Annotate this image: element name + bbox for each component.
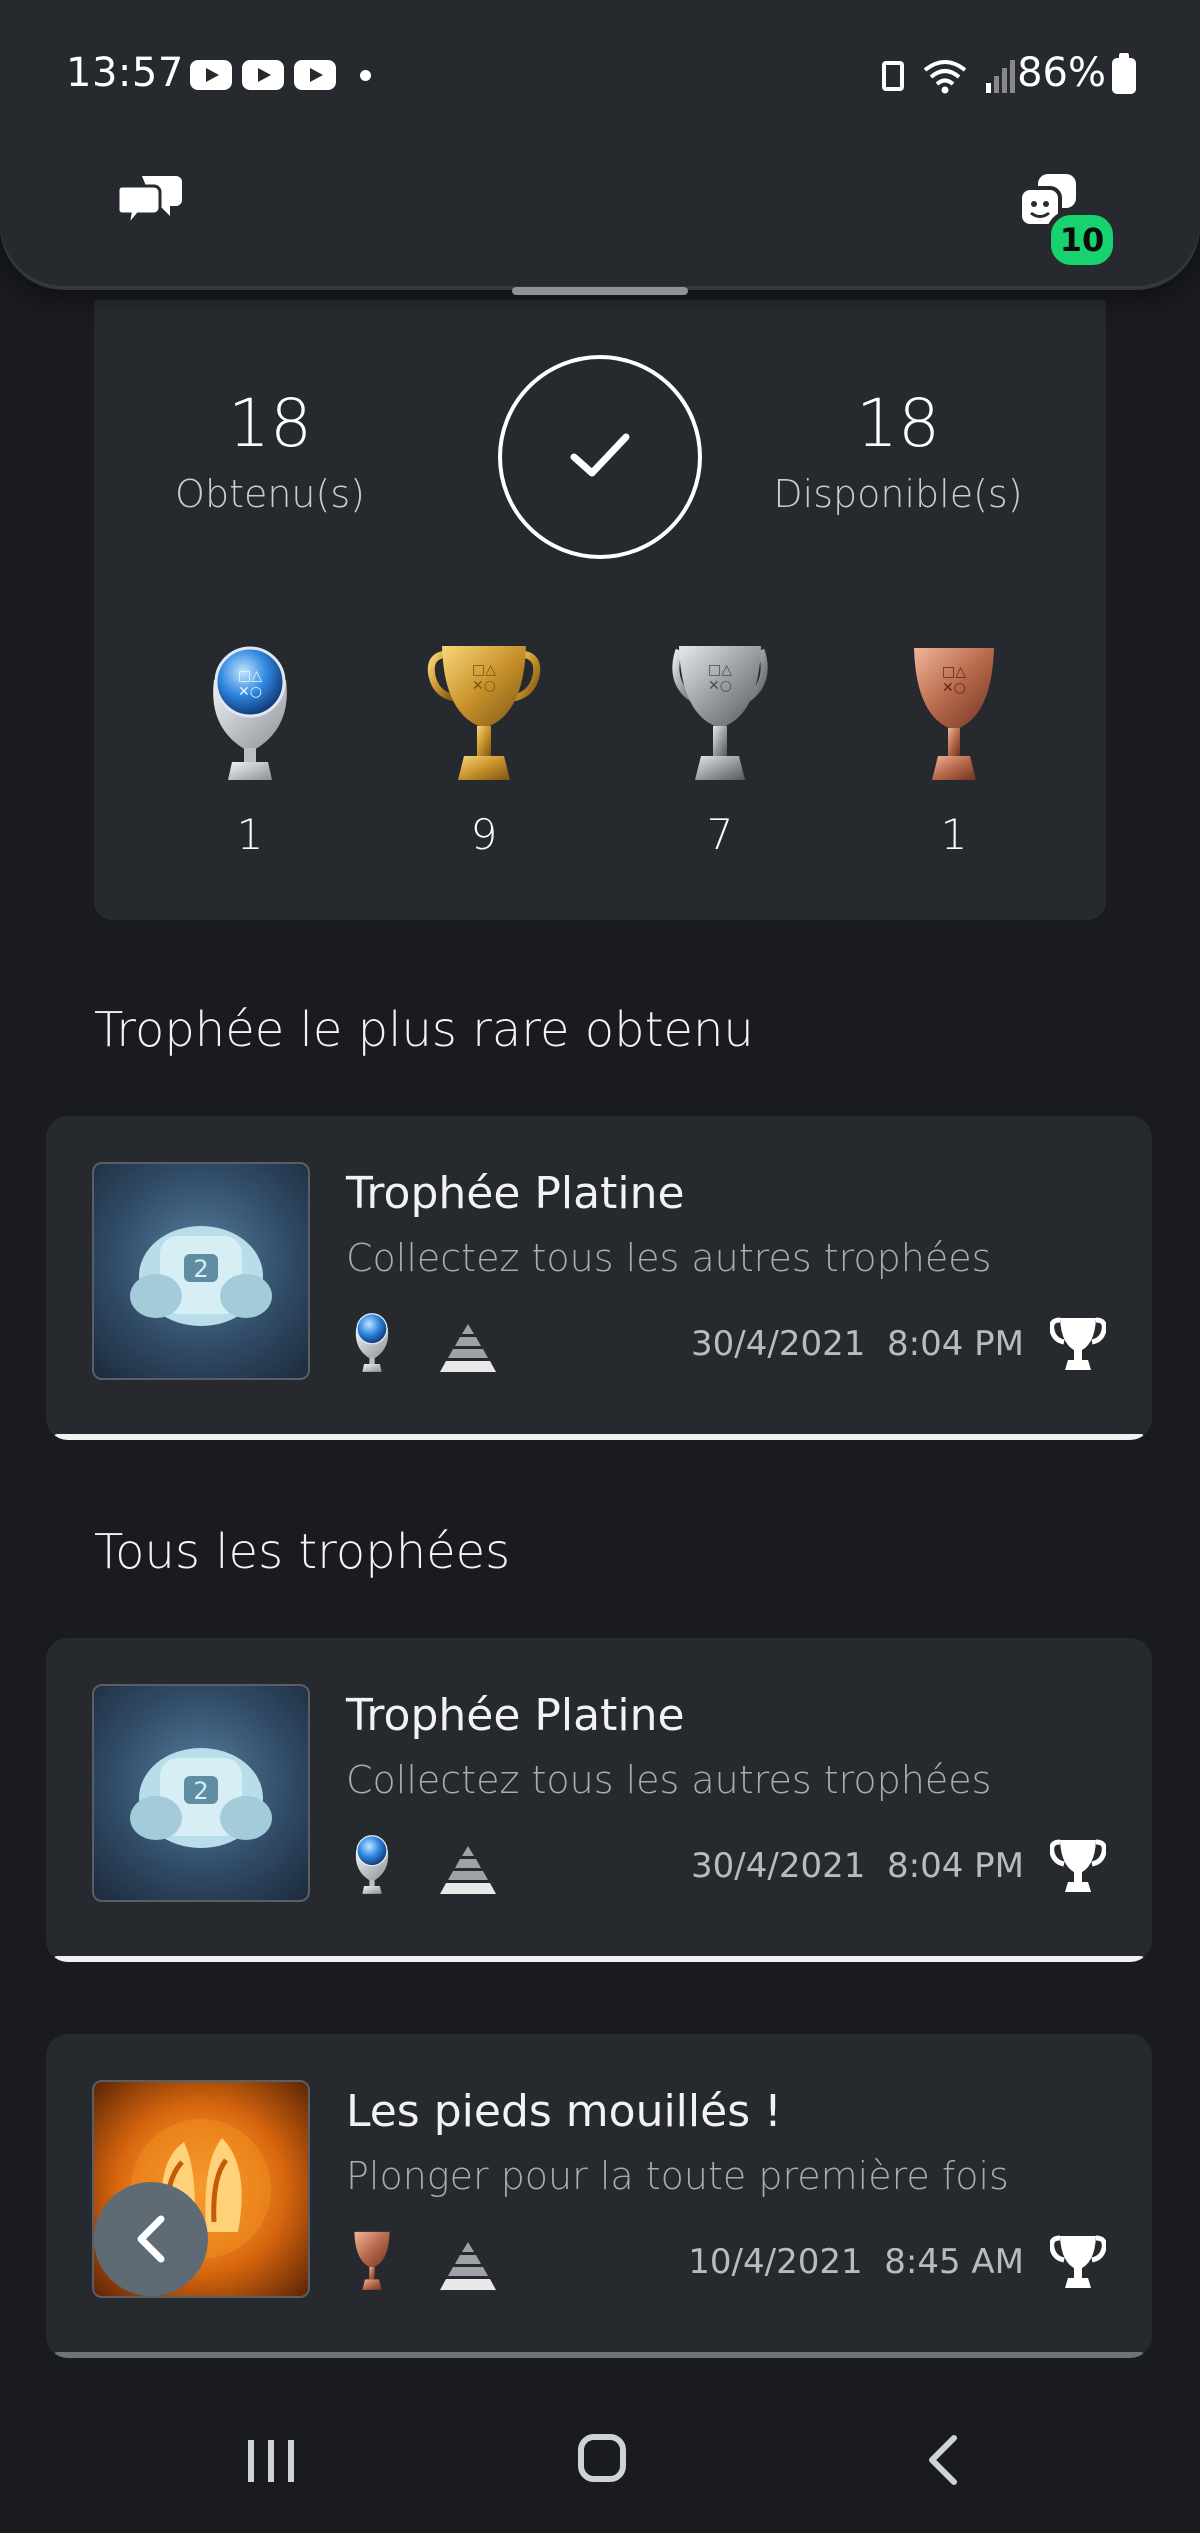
trophy-thumbnail: 2 <box>92 1162 310 1380</box>
earned-label: Obtenu(s) <box>175 472 365 516</box>
signal-icon <box>986 59 1016 93</box>
silver-trophy-icon: □△ ✕○ <box>672 646 768 780</box>
earned-count: 18 <box>228 385 312 462</box>
svg-text:□△: □△ <box>942 664 966 680</box>
platinum-count-value: 1 <box>236 810 264 859</box>
svg-text:✕○: ✕○ <box>472 678 496 694</box>
rarity-pyramid-icon <box>438 2240 498 2296</box>
app-header: 13:57 86% 10 <box>0 0 1200 286</box>
bronze-count: □△ ✕○ 1 <box>884 640 1024 859</box>
rarity-pyramid-icon <box>438 1844 498 1900</box>
platinum-trophy-icon: □△ ✕○ <box>213 646 287 780</box>
battery-percent: 86% <box>1017 50 1106 96</box>
trophy-row[interactable]: 2 Trophée Platine Collectez tous les aut… <box>46 1116 1152 1440</box>
recents-button[interactable] <box>246 2438 296 2488</box>
system-back-button[interactable] <box>924 2434 960 2490</box>
trophy-thumbnail: 2 <box>92 1684 310 1902</box>
trophy-earned-date: 30/4/2021 8:04 PM <box>691 1846 1024 1886</box>
progress-line <box>54 2352 1144 2358</box>
svg-text:□△: □△ <box>472 662 496 678</box>
platinum-count: □△ ✕○ 1 <box>180 640 320 859</box>
trophy-cup-icon <box>1049 2234 1107 2294</box>
earned-stat: 18 Obtenu(s) <box>140 384 400 516</box>
trophy-row[interactable]: Les pieds mouillés ! Plonger pour la tou… <box>46 2034 1152 2358</box>
gold-trophy-icon: □△ ✕○ <box>427 646 541 780</box>
youtube-icon <box>242 60 284 90</box>
bronze-count-value: 1 <box>940 810 968 859</box>
trophy-summary-card: 18 Obtenu(s) 18 Disponible(s) □△ ✕○ 1 □△… <box>94 300 1106 920</box>
trophy-title: Trophée Platine <box>346 1690 685 1741</box>
svg-text:□△: □△ <box>238 668 262 684</box>
bronze-grade-icon <box>350 2228 394 2296</box>
svg-text:2: 2 <box>193 1255 208 1283</box>
svg-text:✕○: ✕○ <box>942 680 966 696</box>
platinum-grade-icon <box>350 1832 394 1900</box>
checkmark-icon <box>570 433 630 477</box>
trophy-earned-date: 10/4/2021 8:45 AM <box>688 2242 1024 2282</box>
gold-count-value: 9 <box>470 810 498 859</box>
trophy-cup-icon <box>1049 1316 1107 1376</box>
rarest-section-title: Trophée le plus rare obtenu <box>94 1002 754 1058</box>
svg-text:✕○: ✕○ <box>708 678 732 694</box>
dot-icon <box>360 69 371 81</box>
trophy-description: Collectez tous les autres trophées <box>346 1758 992 1802</box>
youtube-icon <box>294 60 336 90</box>
all-trophies-section-title: Tous les trophées <box>94 1524 511 1580</box>
trophy-description: Plonger pour la toute première fois <box>346 2154 1009 2198</box>
available-label: Disponible(s) <box>773 472 1023 516</box>
notification-icons <box>190 60 371 90</box>
rarity-pyramid-icon <box>438 1322 498 1378</box>
back-fab-button[interactable] <box>94 2182 208 2296</box>
trophy-row[interactable]: 2 Trophée Platine Collectez tous les aut… <box>46 1638 1152 1962</box>
friends-badge: 10 <box>1046 210 1118 270</box>
progress-line <box>54 1956 1144 1962</box>
svg-text:2: 2 <box>193 1777 208 1805</box>
bronze-trophy-icon: □△ ✕○ <box>914 648 994 780</box>
silver-count: □△ ✕○ 7 <box>650 640 790 859</box>
silver-count-value: 7 <box>706 810 734 859</box>
chevron-left-icon <box>137 2215 165 2263</box>
completion-ring <box>498 355 702 559</box>
status-indicators <box>882 58 1016 94</box>
progress-line <box>54 1434 1144 1440</box>
trophy-earned-date: 30/4/2021 8:04 PM <box>691 1324 1024 1364</box>
system-navigation-bar <box>0 2360 1200 2533</box>
platinum-grade-icon <box>350 1310 394 1378</box>
battery-charging-icon <box>1112 53 1136 94</box>
trophy-description: Collectez tous les autres trophées <box>346 1236 992 1280</box>
svg-text:✕○: ✕○ <box>238 684 262 700</box>
drag-handle[interactable] <box>512 287 688 295</box>
wifi-icon <box>922 58 968 94</box>
svg-text:□△: □△ <box>708 662 732 678</box>
trophy-title: Les pieds mouillés ! <box>346 2086 782 2137</box>
trophy-cup-icon <box>1049 1838 1107 1898</box>
youtube-icon <box>190 60 232 90</box>
status-time: 13:57 <box>66 50 184 96</box>
home-button[interactable] <box>578 2434 626 2482</box>
chat-bubbles-icon[interactable] <box>116 172 184 234</box>
available-count: 18 <box>856 385 940 462</box>
sim-icon <box>882 61 904 91</box>
available-stat: 18 Disponible(s) <box>768 384 1028 516</box>
trophy-title: Trophée Platine <box>346 1168 685 1219</box>
gold-count: □△ ✕○ 9 <box>414 640 554 859</box>
